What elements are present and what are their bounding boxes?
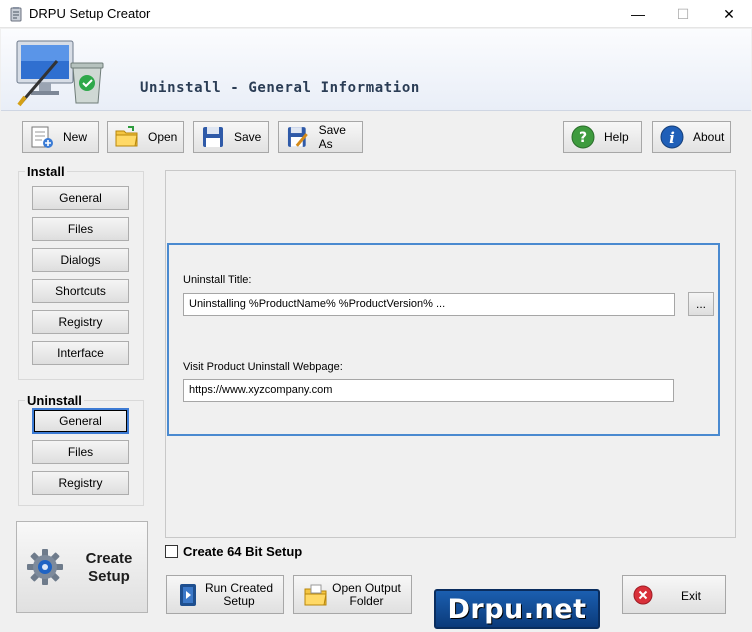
maximize-icon: ☐ [676, 5, 690, 22]
run-label-line2: Setup [223, 593, 255, 608]
header-banner: Uninstall - General Information [1, 29, 751, 111]
new-button[interactable]: New [22, 121, 99, 153]
run-setup-icon [180, 583, 196, 606]
setup-logo-icon [16, 40, 104, 107]
save-as-button-label: Save As [318, 123, 346, 151]
save-as-button[interactable]: Save As [278, 121, 363, 153]
create-64bit-checkbox[interactable]: Create 64 Bit Setup [165, 544, 302, 559]
checkbox-box[interactable] [165, 545, 178, 558]
create-setup-label: Create Setup [79, 550, 139, 586]
save-button-label: Save [234, 130, 262, 144]
open-button[interactable]: Open [107, 121, 184, 153]
install-general-button[interactable]: General [32, 186, 129, 210]
open-output-folder-button[interactable]: Open Output Folder [293, 575, 412, 614]
exit-icon [633, 585, 653, 605]
install-shortcuts-button[interactable]: Shortcuts [32, 279, 129, 303]
svg-text:i: i [669, 129, 675, 147]
save-button[interactable]: Save [193, 121, 269, 153]
install-dialogs-button[interactable]: Dialogs [32, 248, 129, 272]
uninstall-registry-button[interactable]: Registry [32, 471, 129, 495]
info-icon: i [660, 125, 684, 149]
page-heading: Uninstall - General Information [140, 80, 420, 96]
new-document-icon [31, 126, 53, 148]
run-label-line1: Run Created [204, 580, 274, 595]
app-icon [10, 7, 22, 22]
open-output-line1: Open Output [332, 580, 401, 595]
help-icon: ? [571, 125, 595, 149]
minimize-button[interactable]: — [615, 0, 661, 28]
install-group-title: Install [25, 164, 67, 179]
run-created-setup-button[interactable]: Run Created Setup [166, 575, 284, 614]
about-button[interactable]: i About [652, 121, 731, 153]
install-interface-button[interactable]: Interface [32, 341, 129, 365]
webpage-input[interactable]: https://www.xyzcompany.com [183, 379, 674, 402]
run-created-setup-label: Run Created Setup [201, 580, 283, 608]
webpage-label: Visit Product Uninstall Webpage: [183, 361, 343, 373]
create-setup-line1: Create [85, 550, 133, 567]
save-as-icon [287, 127, 308, 147]
uninstall-title-label: Uninstall Title: [183, 274, 252, 286]
install-registry-button[interactable]: Registry [32, 310, 129, 334]
open-button-label: Open [148, 130, 178, 144]
close-button[interactable]: ✕ [706, 0, 752, 28]
svg-text:?: ? [579, 130, 587, 146]
create-setup-button[interactable]: Create Setup [16, 521, 148, 613]
open-output-line2: Folder [349, 593, 384, 608]
close-icon: ✕ [723, 5, 735, 22]
exit-button[interactable]: Exit [622, 575, 726, 614]
create-setup-line2: Setup [88, 568, 130, 585]
about-button-label: About [693, 130, 725, 144]
browse-button[interactable]: ... [688, 292, 714, 316]
open-output-folder-label: Open Output Folder [328, 580, 411, 608]
uninstall-title-input[interactable]: Uninstalling %ProductName% %ProductVersi… [183, 293, 675, 316]
uninstall-files-button[interactable]: Files [32, 440, 129, 464]
new-button-label: New [63, 130, 88, 144]
help-button[interactable]: ? Help [563, 121, 642, 153]
exit-button-label: Exit [681, 589, 702, 603]
output-folder-icon [304, 584, 327, 605]
window-title: DRPU Setup Creator [29, 6, 151, 21]
maximize-button[interactable]: ☐ [660, 0, 706, 28]
floppy-disk-icon [203, 127, 223, 147]
folder-icon [115, 126, 138, 147]
help-button-label: Help [604, 130, 629, 144]
install-files-button[interactable]: Files [32, 217, 129, 241]
uninstall-general-button[interactable]: General [32, 408, 129, 434]
create-64bit-label: Create 64 Bit Setup [183, 544, 303, 559]
brand-watermark: Drpu.net [434, 589, 600, 629]
title-bar: DRPU Setup Creator — ☐ ✕ [0, 0, 752, 28]
uninstall-group-title: Uninstall [25, 393, 84, 408]
minimize-icon: — [631, 6, 645, 22]
gear-icon [27, 549, 63, 585]
uninstall-form [167, 243, 720, 436]
